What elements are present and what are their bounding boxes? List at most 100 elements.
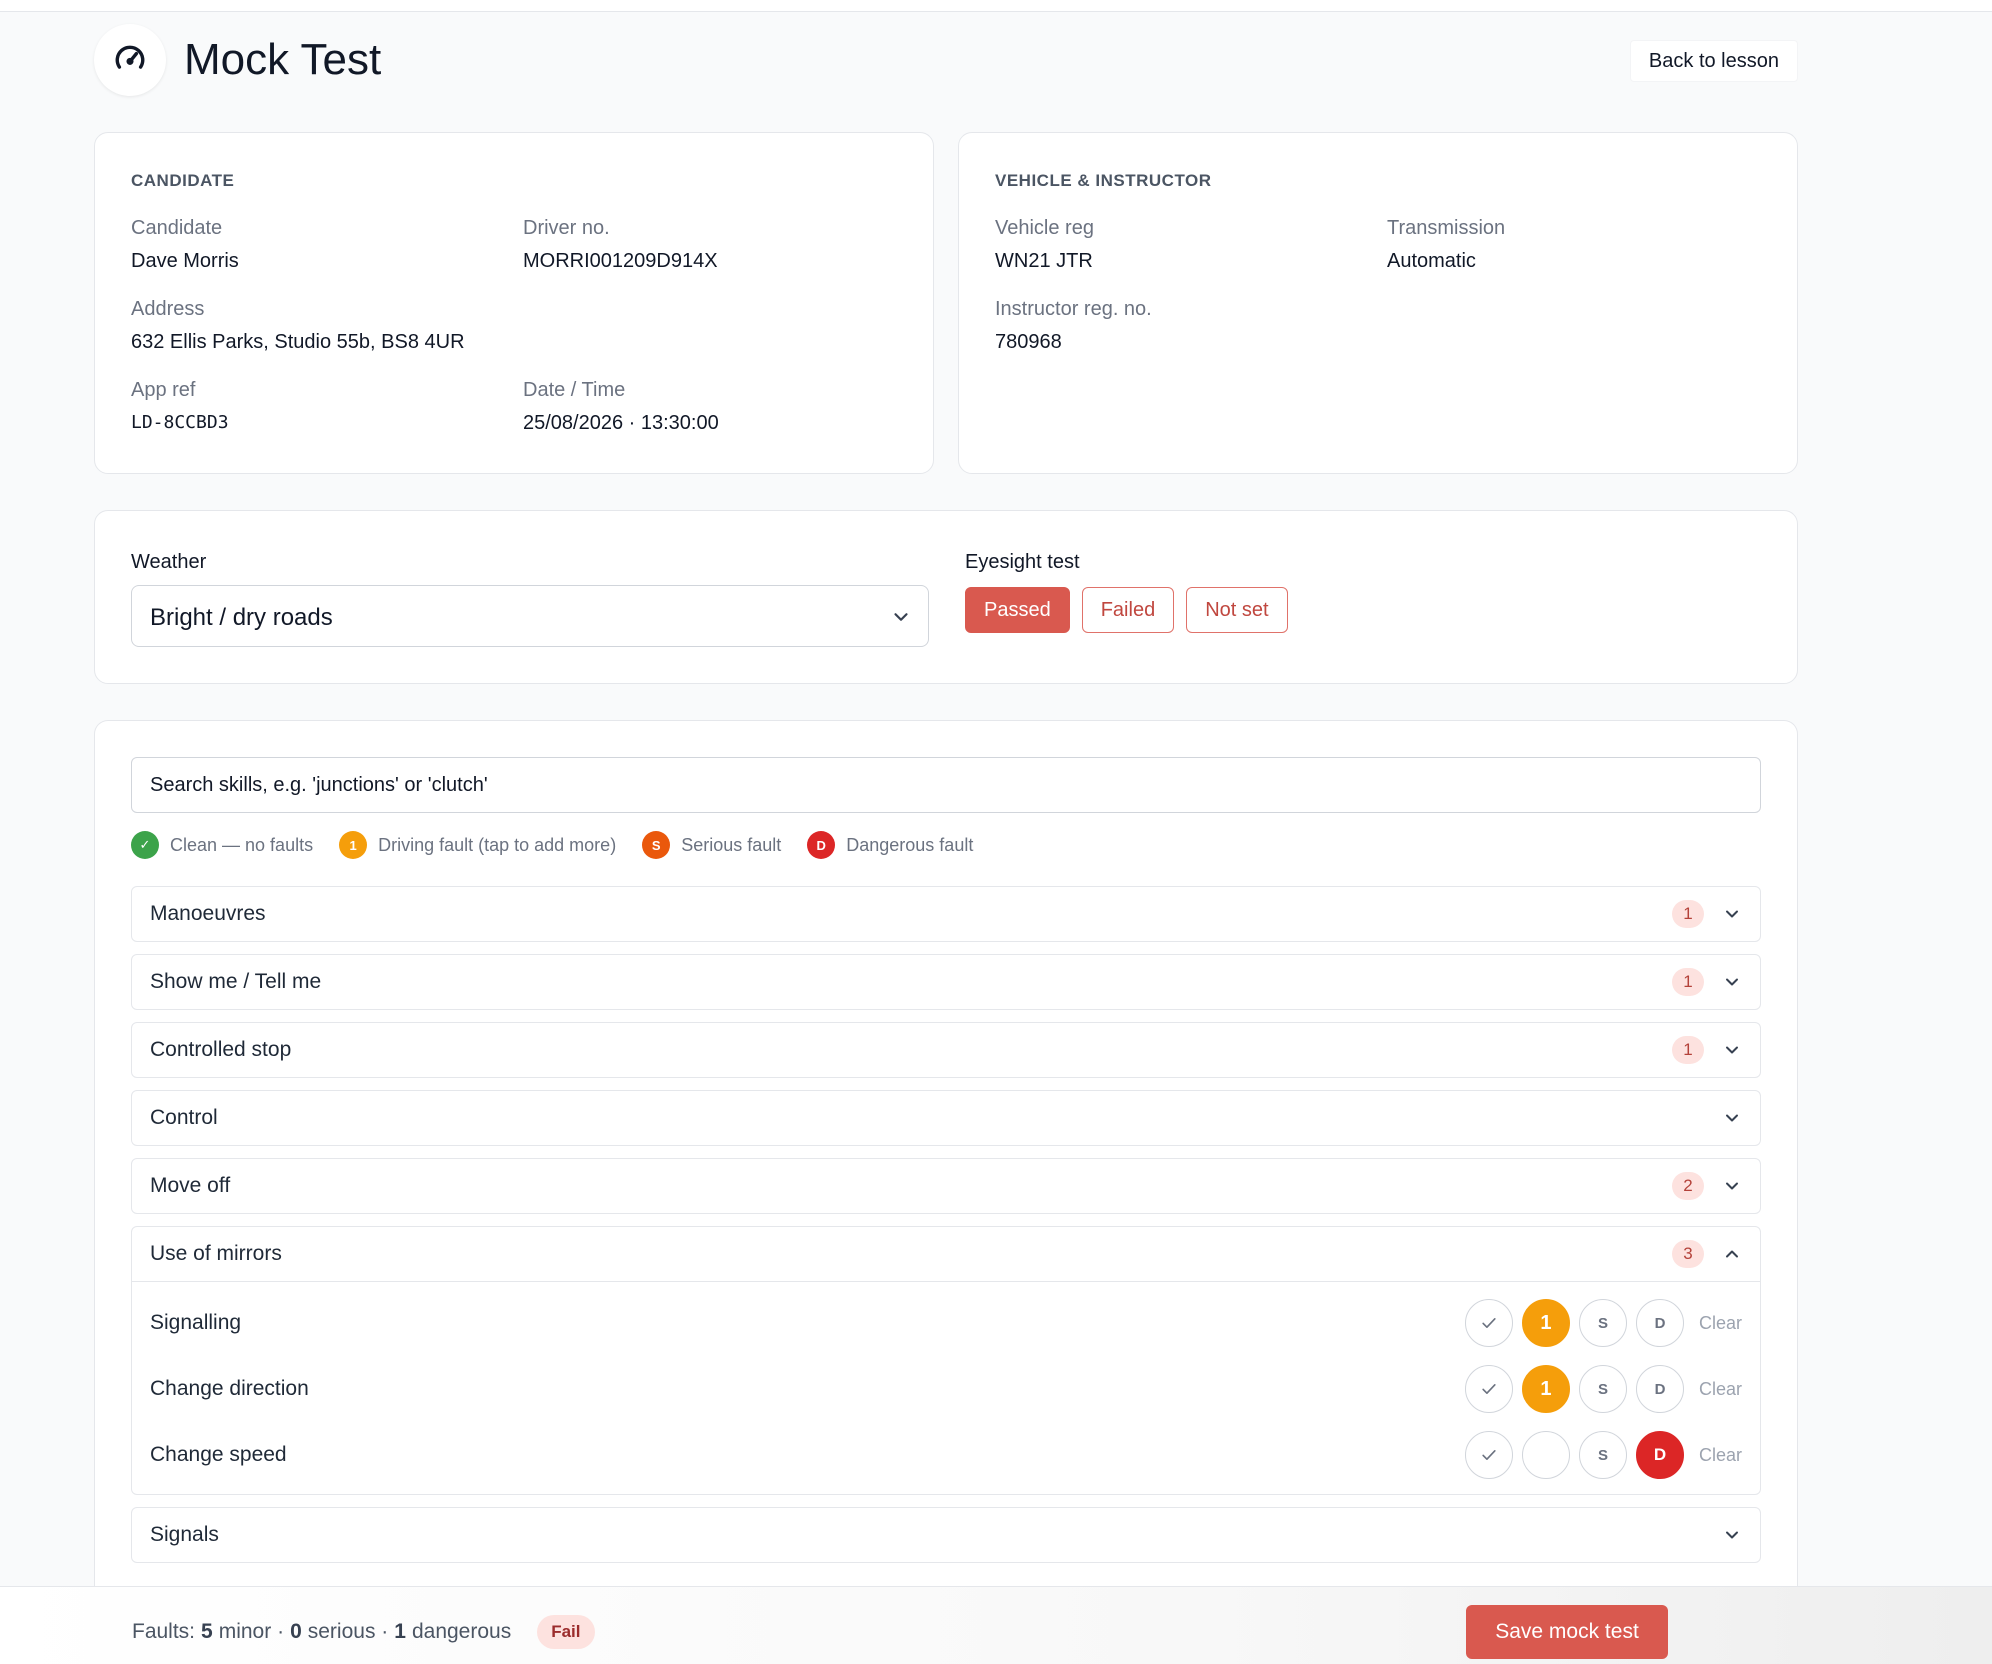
eyesight-failed-button[interactable]: Failed (1081, 587, 1175, 633)
section-title: Move off (150, 1174, 231, 1197)
fault-count-badge: 2 (1672, 1172, 1704, 1200)
section-signals: Signals (131, 1507, 1761, 1563)
weather-select[interactable]: Bright / dry roads (131, 585, 929, 647)
driver-no-label: Driver no. (523, 217, 610, 239)
check-icon[interactable] (1464, 1365, 1513, 1413)
check-icon[interactable] (1464, 1299, 1513, 1347)
dangerous-fault-button[interactable]: D (1635, 1365, 1684, 1413)
dangerous-fault-button[interactable]: D (1635, 1431, 1684, 1479)
minor-label: minor · (218, 1620, 285, 1643)
app-ref-label: App ref (131, 379, 196, 401)
chevron-up-icon[interactable] (1722, 1244, 1742, 1269)
section-title: Controlled stop (150, 1038, 292, 1061)
section-show-me-tell-me: Show me / Tell me 1 (131, 954, 1761, 1010)
section-header-move-off[interactable]: Move off 2 (132, 1159, 1760, 1213)
save-mock-test-button[interactable]: Save mock test (1466, 1605, 1668, 1659)
page-title: Mock Test (184, 35, 382, 84)
back-to-lesson-button[interactable]: Back to lesson (1629, 40, 1798, 82)
legend-dangerous-fault-icon: D (807, 831, 836, 859)
weather-select-value: Bright / dry roads (150, 604, 333, 631)
section-control: Control (131, 1090, 1761, 1146)
skills-card: ✓ Clean — no faults 1 Driving fault (tap to… (94, 720, 1798, 1664)
candidate-field: Candidate Dave Morris (131, 215, 239, 274)
serious-label: serious · (307, 1620, 389, 1643)
serious-count: 0 (290, 1620, 302, 1643)
chevron-down-icon[interactable] (1722, 1108, 1742, 1133)
minor-count: 5 (201, 1620, 213, 1643)
serious-fault-button[interactable]: S (1578, 1365, 1627, 1413)
section-header-controlled-stop[interactable]: Controlled stop 1 (132, 1023, 1760, 1077)
candidate-card: CANDIDATE Candidate Dave Morris Driver n… (94, 132, 934, 474)
instructor-label: Instructor reg. no. (995, 298, 1152, 320)
vehicle-card: VEHICLE & INSTRUCTOR Vehicle reg WN21 JT… (958, 132, 1798, 474)
chevron-down-icon (890, 606, 912, 633)
app-ref-value: LD-8CCBD3 (131, 412, 229, 433)
dangerous-count: 1 (394, 1620, 406, 1643)
driver-no-value: MORRI001209D914X (523, 250, 718, 272)
fault-count-badge: 1 (1672, 968, 1704, 996)
section-controlled-stop: Controlled stop 1 (131, 1022, 1761, 1078)
section-header-signals[interactable]: Signals (132, 1508, 1760, 1562)
app-ref-field: App ref LD-8CCBD3 (131, 377, 229, 436)
driving-fault-button[interactable] (1521, 1431, 1570, 1479)
page-header: Mock Test Back to lesson (94, 24, 1798, 96)
dangerous-fault-button[interactable]: D (1635, 1299, 1684, 1347)
section-body-use-of-mirrors: Signalling 1 S D Clear Change direction 1 S D Cle… (132, 1281, 1760, 1494)
legend-driving-fault-icon: 1 (339, 831, 368, 859)
chevron-down-icon[interactable] (1722, 972, 1742, 997)
serious-fault-button[interactable]: S (1578, 1431, 1627, 1479)
legend-serious-fault-icon: S (642, 831, 671, 859)
fault-controls: S D Clear (1464, 1431, 1742, 1479)
section-title: Manoeuvres (150, 902, 266, 925)
transmission-value: Automatic (1387, 250, 1476, 272)
chevron-down-icon[interactable] (1722, 904, 1742, 929)
candidate-name-label: Candidate (131, 217, 223, 239)
skill-name: Signalling (150, 1311, 242, 1334)
fault-count-badge: 1 (1672, 900, 1704, 928)
address-value: 632 Ellis Parks, Studio 55b, BS8 4UR (131, 331, 465, 353)
transmission-field: Transmission Automatic (1387, 215, 1505, 274)
transmission-label: Transmission (1387, 217, 1506, 239)
skill-row: Change speed S D Clear (132, 1422, 1760, 1488)
section-title: Control (150, 1106, 218, 1129)
section-title: Use of mirrors (150, 1242, 282, 1265)
eyesight-passed-button[interactable]: Passed (965, 587, 1070, 633)
eyesight-not-set-button[interactable]: Not set (1186, 587, 1288, 633)
driving-fault-button[interactable]: 1 (1521, 1299, 1570, 1347)
driving-fault-button[interactable]: 1 (1521, 1365, 1570, 1413)
fault-count-badge: 1 (1672, 1036, 1704, 1064)
eyesight-options: Passed Failed Not set (965, 587, 1288, 633)
clear-button[interactable]: Clear (1699, 1313, 1742, 1334)
check-icon[interactable] (1464, 1431, 1513, 1479)
summary-footer: Faults: 5 minor · 0 serious · 1 dangerou… (0, 1586, 1992, 1664)
section-header-use-of-mirrors[interactable]: Use of mirrors 3 (132, 1227, 1760, 1281)
skill-sections-list: Manoeuvres 1 Show me / Tell me 1 Controlled … (131, 886, 1761, 1575)
vehicle-section-label: VEHICLE & INSTRUCTOR (995, 171, 1212, 190)
section-header-control[interactable]: Control (132, 1091, 1760, 1145)
vehicle-reg-field: Vehicle reg WN21 JTR (995, 215, 1094, 274)
skills-search-input[interactable] (131, 757, 1761, 813)
chevron-down-icon[interactable] (1722, 1176, 1742, 1201)
section-header-manoeuvres[interactable]: Manoeuvres 1 (132, 887, 1760, 941)
legend-dangerous-fault: D Dangerous fault (807, 831, 973, 859)
date-time-label: Date / Time (523, 379, 626, 401)
serious-fault-button[interactable]: S (1578, 1299, 1627, 1347)
clear-button[interactable]: Clear (1699, 1379, 1742, 1400)
weather-label: Weather (131, 551, 207, 573)
date-time-value: 25/08/2026 · 13:30:00 (523, 412, 719, 434)
candidate-section-label: CANDIDATE (131, 171, 235, 190)
chevron-down-icon[interactable] (1722, 1525, 1742, 1550)
legend-serious-fault-text: Serious fault (681, 834, 782, 855)
section-title: Signals (150, 1523, 219, 1546)
instructor-value: 780968 (995, 331, 1062, 353)
clear-button[interactable]: Clear (1699, 1445, 1742, 1466)
fault-legend: ✓ Clean — no faults 1 Driving fault (tap to… (131, 831, 999, 859)
skill-row: Signalling 1 S D Clear (132, 1290, 1760, 1356)
section-header-show-me-tell-me[interactable]: Show me / Tell me 1 (132, 955, 1760, 1009)
skill-row: Change direction 1 S D Clear (132, 1356, 1760, 1422)
legend-dangerous-fault-text: Dangerous fault (846, 834, 974, 855)
conditions-card: Weather Bright / dry roads Eyesight test… (94, 510, 1798, 684)
chevron-down-icon[interactable] (1722, 1040, 1742, 1065)
candidate-name-value: Dave Morris (131, 250, 239, 272)
fault-controls: 1 S D Clear (1464, 1299, 1742, 1347)
